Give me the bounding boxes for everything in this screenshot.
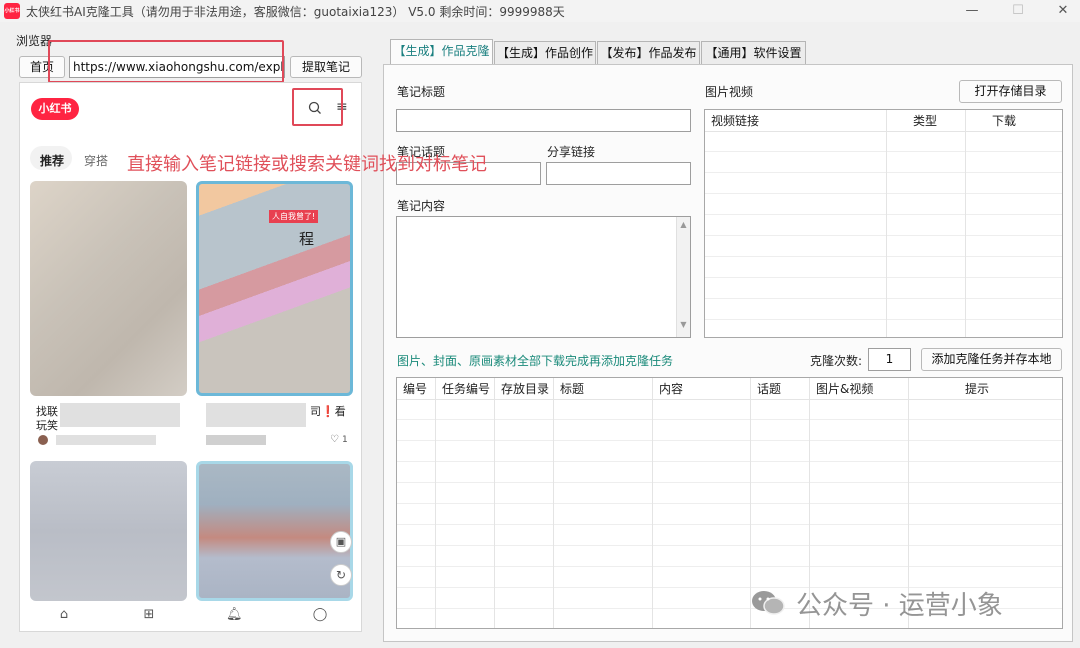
maximize-button[interactable]: ☐: [1004, 1, 1032, 21]
column-divider: [553, 378, 554, 628]
feed-card-image[interactable]: [196, 461, 353, 601]
home-icon[interactable]: ⌂: [56, 607, 72, 623]
category-outfit[interactable]: 穿搭: [84, 152, 108, 169]
note-content-label: 笔记内容: [397, 199, 446, 213]
feed-card-image[interactable]: [30, 461, 187, 601]
url-highlight-box: [48, 40, 284, 83]
like-count: 1: [342, 435, 348, 445]
xhs-logo: 小红书: [31, 98, 79, 120]
card-caption: 玩笑: [36, 419, 58, 432]
scrollbar[interactable]: ▲ ▼: [676, 217, 690, 337]
column-header: 编号: [403, 382, 428, 396]
feed-card-image[interactable]: 人自我曾了! 程: [196, 181, 353, 396]
card-badge: 人自我曾了!: [269, 210, 319, 223]
column-divider: [886, 110, 887, 337]
profile-icon[interactable]: ◯: [312, 607, 328, 623]
media-table: 视频链接 类型 下载: [704, 109, 1063, 338]
tab-settings[interactable]: 【通用】软件设置: [701, 41, 806, 65]
note-title-label: 笔记标题: [397, 85, 446, 99]
download-hint: 图片、封面、原画素材全部下载完成再添加克隆任务: [397, 354, 674, 368]
column-header: 类型: [913, 114, 938, 128]
column-header: 提示: [965, 382, 990, 396]
note-content-textarea[interactable]: ▲ ▼: [396, 216, 691, 338]
wechat-icon: [750, 588, 786, 618]
column-header: 存放目录: [501, 382, 550, 396]
column-header: 任务编号: [442, 382, 491, 396]
browser-section-label: 浏览器: [16, 34, 53, 48]
share-link-input[interactable]: [546, 162, 691, 185]
tab-publish[interactable]: 【发布】作品发布: [597, 41, 700, 65]
pixelated-author: [206, 435, 266, 445]
share-link-label: 分享链接: [547, 145, 596, 159]
watermark: 公众号 · 运营小象: [796, 591, 1003, 621]
column-divider: [494, 378, 495, 628]
clone-count-label: 克隆次数:: [810, 354, 863, 368]
column-header: 视频链接: [711, 114, 760, 128]
column-header: 标题: [560, 382, 585, 396]
column-header: 话题: [757, 382, 782, 396]
tutorial-annotation: 直接输入笔记链接或搜索关键词找到对标笔记: [127, 154, 487, 175]
open-storage-dir-button[interactable]: 打开存储目录: [959, 80, 1062, 103]
bell-icon[interactable]: 🔔︎: [226, 607, 243, 623]
feed-card-image[interactable]: [30, 181, 187, 396]
media-label: 图片视频: [705, 85, 754, 99]
search-highlight-box: [292, 88, 343, 126]
add-clone-task-button[interactable]: 添加克隆任务并存本地: [921, 348, 1062, 371]
image-icon[interactable]: ▣: [330, 531, 352, 553]
category-recommend[interactable]: 推荐: [40, 152, 64, 169]
window-title: 太侠红书AI克隆工具（请勿用于非法用途，客服微信：guotaixia123） V…: [26, 5, 565, 19]
fetch-note-button[interactable]: 提取笔记: [290, 56, 362, 78]
avatar: [38, 435, 48, 445]
tab-clone[interactable]: 【生成】作品克隆: [390, 39, 493, 65]
app-icon: 小红书: [4, 3, 20, 19]
add-icon[interactable]: ⊞: [141, 607, 157, 623]
column-divider: [965, 110, 966, 337]
minimize-button[interactable]: —: [958, 1, 986, 21]
table-header: [397, 378, 1062, 400]
column-divider: [652, 378, 653, 628]
clone-count-input[interactable]: 1: [868, 348, 911, 371]
column-divider: [435, 378, 436, 628]
heart-icon[interactable]: ♡: [330, 434, 339, 445]
card-heading: 程: [299, 230, 315, 248]
pixelated-caption: [60, 403, 180, 427]
refresh-icon[interactable]: ↻: [330, 564, 352, 586]
close-button[interactable]: ✕: [1049, 1, 1077, 21]
card-caption: 司❗看: [310, 405, 346, 418]
pixelated-author: [56, 435, 156, 445]
column-header: 下载: [992, 114, 1017, 128]
pixelated-caption: [206, 403, 306, 427]
column-header: 内容: [659, 382, 684, 396]
note-title-input[interactable]: [396, 109, 691, 132]
column-header: 图片&视频: [816, 382, 874, 396]
tab-create[interactable]: 【生成】作品创作: [494, 41, 596, 65]
